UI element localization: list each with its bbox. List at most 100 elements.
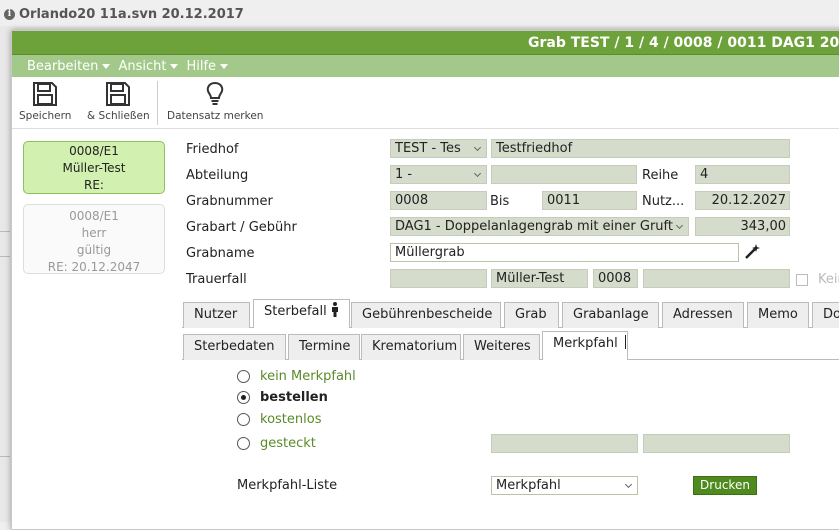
lightbulb-icon bbox=[206, 81, 224, 105]
window-title: Grab TEST / 1 / 4 / 0008 / 0011 DAG1 20.… bbox=[528, 35, 839, 51]
card-line: Müller-Test bbox=[62, 161, 126, 175]
magic-wand-icon[interactable] bbox=[743, 243, 761, 261]
window-titlebar[interactable]: Grab TEST / 1 / 4 / 0008 / 0011 DAG1 20.… bbox=[12, 31, 839, 55]
card-line: 0008/E1 bbox=[69, 209, 119, 223]
subtab-termine[interactable]: Termine bbox=[288, 334, 360, 360]
print-button[interactable]: Drucken bbox=[693, 476, 757, 495]
save-label: Speichern bbox=[19, 110, 72, 122]
app-title: Orlando20 11a.svn 20.12.2017 bbox=[19, 6, 244, 22]
radio-label: gesteckt bbox=[260, 436, 316, 451]
bis-label: Bis bbox=[490, 194, 510, 209]
bis-field[interactable]: 0011 bbox=[542, 191, 637, 210]
friedhof-code: TEST - Tes bbox=[395, 141, 461, 156]
tab-adressen[interactable]: Adressen bbox=[662, 302, 744, 328]
tab-memo[interactable]: Memo bbox=[747, 302, 809, 328]
gesteckt-field-2[interactable] bbox=[643, 434, 790, 453]
menu-hilfe[interactable]: Hilfe bbox=[186, 58, 229, 74]
gebuehr-field[interactable]: 343,00 bbox=[695, 217, 790, 236]
abteilung-name-field[interactable] bbox=[491, 165, 637, 184]
merkpfahl-liste-value: Merkpfahl bbox=[496, 478, 561, 493]
radio-label: kein Merkpfahl bbox=[260, 369, 356, 384]
toolbar: Speichern & Schließen Datensatz merken bbox=[12, 77, 839, 129]
save-button[interactable]: Speichern bbox=[19, 81, 71, 127]
abteilung-select[interactable]: 1 - bbox=[390, 165, 487, 184]
radio-kein-merkpfahl[interactable]: kein Merkpfahl bbox=[237, 369, 356, 384]
info-icon[interactable]: i bbox=[4, 8, 15, 20]
friedhof-select[interactable]: TEST - Tes bbox=[390, 139, 487, 158]
trauerfall-name-field[interactable]: Müller-Test bbox=[491, 269, 588, 288]
nutz-date-field[interactable]: 20.12.2027 bbox=[695, 191, 790, 210]
radio-gesteckt[interactable]: gesteckt bbox=[237, 436, 316, 451]
radio-button bbox=[237, 370, 250, 383]
trauerfall-field-1[interactable] bbox=[390, 269, 487, 288]
chevron-down-icon bbox=[621, 478, 636, 493]
menu-ansicht-label: Ansicht bbox=[118, 58, 167, 74]
background-divider bbox=[0, 231, 10, 232]
tab-sterbefall-label: Sterbefall bbox=[264, 304, 327, 319]
tab-grabanlage[interactable]: Grabanlage bbox=[562, 302, 659, 328]
radio-label: bestellen bbox=[260, 390, 328, 405]
menu-bearbeiten[interactable]: Bearbeiten bbox=[27, 58, 111, 74]
menu-hilfe-label: Hilfe bbox=[186, 58, 217, 74]
trauerfall-nr-field[interactable]: 0008 bbox=[593, 269, 638, 288]
tab-gebuehrenbescheide[interactable]: Gebührenbescheide bbox=[351, 302, 501, 328]
chevron-down-icon bbox=[170, 63, 179, 69]
reihe-field[interactable]: 4 bbox=[695, 165, 790, 184]
save-close-button[interactable]: & Schließen bbox=[87, 81, 150, 127]
grave-card-active[interactable]: 0008/E1 Müller-Test RE: bbox=[23, 141, 165, 194]
grabname-label: Grabname bbox=[186, 246, 255, 261]
subtab-krematorium[interactable]: Krematorium bbox=[361, 334, 461, 360]
menu-bar: Bearbeiten Ansicht Hilfe bbox=[12, 55, 839, 77]
trauerfall-field-4[interactable] bbox=[643, 269, 790, 288]
grabnummer-field[interactable]: 0008 bbox=[390, 191, 487, 210]
app-title-bar: i Orlando20 11a.svn 20.12.2017 bbox=[4, 5, 244, 23]
grave-record-window: Grab TEST / 1 / 4 / 0008 / 0011 DAG1 20.… bbox=[11, 30, 839, 530]
merkpfahl-liste-select[interactable]: Merkpfahl bbox=[491, 476, 638, 495]
reihe-label: Reihe bbox=[642, 168, 679, 183]
menu-ansicht[interactable]: Ansicht bbox=[118, 58, 179, 74]
tab-grab[interactable]: Grab bbox=[504, 302, 559, 328]
radio-label: kostenlos bbox=[260, 412, 322, 427]
card-line: herr bbox=[81, 226, 107, 240]
chevron-down-icon bbox=[220, 63, 229, 69]
grabart-value: DAG1 - Doppelanlagengrab mit einer Gruft bbox=[395, 219, 673, 234]
chevron-down-icon bbox=[672, 219, 687, 234]
radio-bestellen[interactable]: bestellen bbox=[237, 390, 328, 405]
subtab-merkpfahl[interactable]: Merkpfahl bbox=[542, 331, 628, 360]
chevron-down-icon bbox=[470, 167, 485, 182]
chevron-down-icon bbox=[102, 63, 111, 69]
subtab-weiteres[interactable]: Weiteres bbox=[463, 334, 540, 360]
radio-kostenlos[interactable]: kostenlos bbox=[237, 412, 321, 427]
card-line: 0008/E1 bbox=[69, 144, 119, 158]
radio-button bbox=[237, 391, 250, 404]
gesteckt-field-1[interactable] bbox=[491, 434, 638, 453]
tab-do[interactable]: Do bbox=[812, 302, 839, 328]
save-close-label: & Schließen bbox=[87, 110, 150, 122]
bookmark-label: Datensatz merken bbox=[167, 110, 264, 122]
grabart-select[interactable]: DAG1 - Doppelanlagengrab mit einer Gruft bbox=[390, 217, 689, 236]
grabnummer-label: Grabnummer bbox=[186, 194, 273, 209]
grabname-input[interactable]: Müllergrab bbox=[390, 243, 739, 262]
nutz-label: Nutz... bbox=[642, 194, 685, 209]
friedhof-name-field[interactable]: Testfriedhof bbox=[491, 139, 790, 158]
card-line: RE: bbox=[84, 178, 104, 192]
radio-button bbox=[237, 413, 250, 426]
tab-sterbefall[interactable]: Sterbefall bbox=[253, 299, 350, 328]
floppy-disk-icon bbox=[33, 82, 58, 106]
menu-bearbeiten-label: Bearbeiten bbox=[27, 58, 99, 74]
bookmark-record-button[interactable]: Datensatz merken bbox=[167, 81, 263, 127]
trauerfall-label: Trauerfall bbox=[186, 272, 247, 287]
text-cursor bbox=[624, 335, 626, 349]
grave-card-inactive[interactable]: 0008/E1 herr gültig RE: 20.12.2047 bbox=[23, 204, 165, 274]
chevron-down-icon bbox=[470, 141, 485, 156]
subtab-sterbedaten[interactable]: Sterbedaten bbox=[183, 334, 286, 360]
person-icon bbox=[331, 302, 338, 317]
abteilung-value: 1 - bbox=[395, 167, 413, 182]
card-line: gültig bbox=[76, 243, 112, 257]
floppy-disk-icon bbox=[106, 82, 131, 106]
kein-checkbox-label: Kein bbox=[818, 272, 839, 287]
tab-nutzer[interactable]: Nutzer bbox=[183, 302, 250, 328]
kein-checkbox[interactable] bbox=[796, 274, 808, 286]
friedhof-label: Friedhof bbox=[186, 142, 239, 157]
background-divider bbox=[0, 456, 10, 457]
